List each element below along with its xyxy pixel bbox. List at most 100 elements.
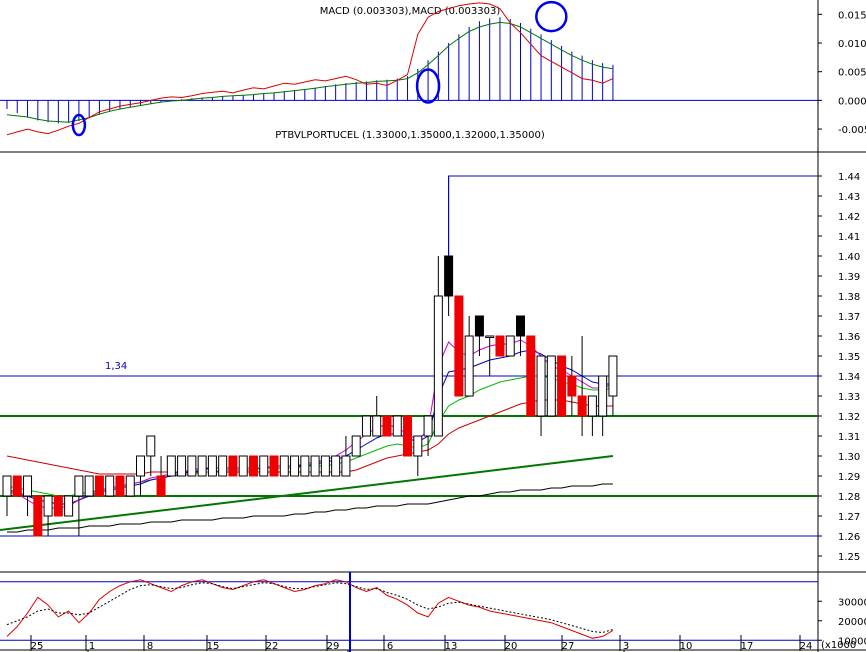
- candle-body: [269, 455, 279, 477]
- candle-body: [300, 455, 310, 477]
- candle-body: [546, 355, 556, 417]
- candle-body: [74, 475, 84, 497]
- macd-y-tick-label: 0.015: [838, 10, 866, 21]
- candle-body: [516, 315, 525, 337]
- x-tick-label: 10: [680, 641, 693, 652]
- candle-body: [423, 415, 433, 437]
- candle-body: [433, 295, 443, 437]
- candle-body: [320, 455, 330, 477]
- x-tick-label: 29: [327, 641, 340, 652]
- price-y-tick-label: 1.43: [838, 192, 860, 203]
- candle-body: [351, 435, 361, 457]
- x-tick-label: 24: [800, 641, 813, 652]
- price-title: PTBVLPORTUCEL (1.33000,1.35000,1.32000,1…: [275, 130, 545, 141]
- candle-body: [64, 495, 74, 517]
- candle-body: [485, 335, 495, 338]
- candle-body: [115, 475, 125, 497]
- macd-title: MACD (0.003303),MACD (0.003303): [320, 6, 501, 17]
- candle-body: [290, 455, 300, 477]
- macd-y-tick-label: -0.005: [838, 125, 866, 136]
- candle-body: [392, 415, 402, 437]
- price-y-tick-label: 1.29: [838, 472, 860, 483]
- price-y-tick-label: 1.34: [838, 372, 860, 383]
- candle-body: [444, 255, 454, 297]
- candle-body: [310, 455, 320, 477]
- candle-body: [608, 355, 618, 397]
- macd-y-tick-label: 0.010: [838, 39, 866, 50]
- price-y-tick-label: 1.30: [838, 452, 860, 463]
- candle-body: [166, 455, 176, 477]
- macd-y-tick-label: 0.000: [838, 96, 866, 107]
- candle-body: [33, 495, 43, 537]
- price-y-tick-label: 1.41: [838, 232, 860, 243]
- vol-y-tick-label: 30000: [838, 597, 866, 608]
- candle-body: [372, 415, 382, 437]
- candle-body: [567, 375, 577, 397]
- candle-body: [136, 455, 146, 477]
- macd-y-tick-label: 0.005: [838, 68, 866, 79]
- candle-body: [495, 335, 505, 357]
- candle-body: [557, 355, 567, 417]
- candle-body: [577, 395, 587, 417]
- volume-unit-label: (x1000: [821, 640, 856, 651]
- x-tick-label: 1: [89, 641, 95, 652]
- candle-body: [259, 455, 269, 477]
- candle-body: [207, 455, 217, 477]
- candle-body: [474, 315, 484, 337]
- price-y-tick-label: 1.32: [838, 412, 860, 423]
- candle-body: [361, 415, 371, 437]
- candle-body: [454, 295, 464, 397]
- candle-body: [43, 495, 53, 517]
- candle-body: [248, 455, 258, 477]
- price-y-tick-label: 1.35: [838, 352, 860, 363]
- price-y-tick-label: 1.31: [838, 432, 860, 443]
- x-tick-label: 27: [562, 641, 575, 652]
- candle-body: [331, 455, 341, 477]
- candle-body: [279, 455, 289, 477]
- candle-body: [146, 435, 156, 457]
- candle-body: [53, 495, 63, 517]
- price-y-tick-label: 1.26: [838, 532, 860, 543]
- price-y-tick-label: 1.27: [838, 512, 860, 523]
- price-y-tick-label: 1.28: [838, 492, 860, 503]
- x-tick-label: 13: [445, 641, 458, 652]
- price-hline-label: 1,34: [105, 361, 127, 372]
- vol-y-tick-label: 20000: [838, 617, 866, 628]
- candle-body: [526, 335, 536, 417]
- candle-body: [403, 415, 413, 457]
- candle-body: [536, 355, 546, 417]
- candle-body: [125, 475, 135, 497]
- candle-body: [84, 475, 94, 497]
- x-tick-label: 6: [387, 641, 393, 652]
- price-y-tick-label: 1.40: [838, 252, 860, 263]
- candle-body: [197, 455, 207, 477]
- candle-body: [94, 475, 104, 497]
- candle-body: [587, 395, 597, 417]
- candle-body: [12, 475, 22, 497]
- x-tick-label: 15: [207, 641, 220, 652]
- price-y-tick-label: 1.25: [838, 552, 860, 563]
- candle-body: [382, 415, 392, 437]
- price-y-tick-label: 1.42: [838, 212, 860, 223]
- price-y-tick-label: 1.39: [838, 272, 860, 283]
- candle-body: [105, 475, 115, 497]
- price-y-tick-label: 1.33: [838, 392, 860, 403]
- candle-body: [598, 375, 608, 417]
- x-tick-label: 20: [505, 641, 518, 652]
- candle-body: [218, 455, 228, 477]
- x-tick-label: 25: [31, 641, 44, 652]
- price-y-tick-label: 1.38: [838, 292, 860, 303]
- candle-body: [23, 475, 33, 497]
- price-y-tick-label: 1.37: [838, 312, 860, 323]
- stock-chart: MACD (0.003303),MACD (0.003303) 0.015 0.0…: [0, 0, 866, 652]
- x-tick-label: 8: [147, 641, 153, 652]
- x-tick-label: 17: [741, 641, 754, 652]
- candle-body: [341, 455, 351, 477]
- candle-body: [228, 455, 238, 477]
- candle-body: [177, 455, 187, 477]
- candle-body: [2, 475, 12, 497]
- candle-body: [156, 475, 166, 497]
- candle-body: [238, 455, 248, 477]
- price-y-tick-label: 1.36: [838, 332, 860, 343]
- candle-body: [464, 335, 474, 397]
